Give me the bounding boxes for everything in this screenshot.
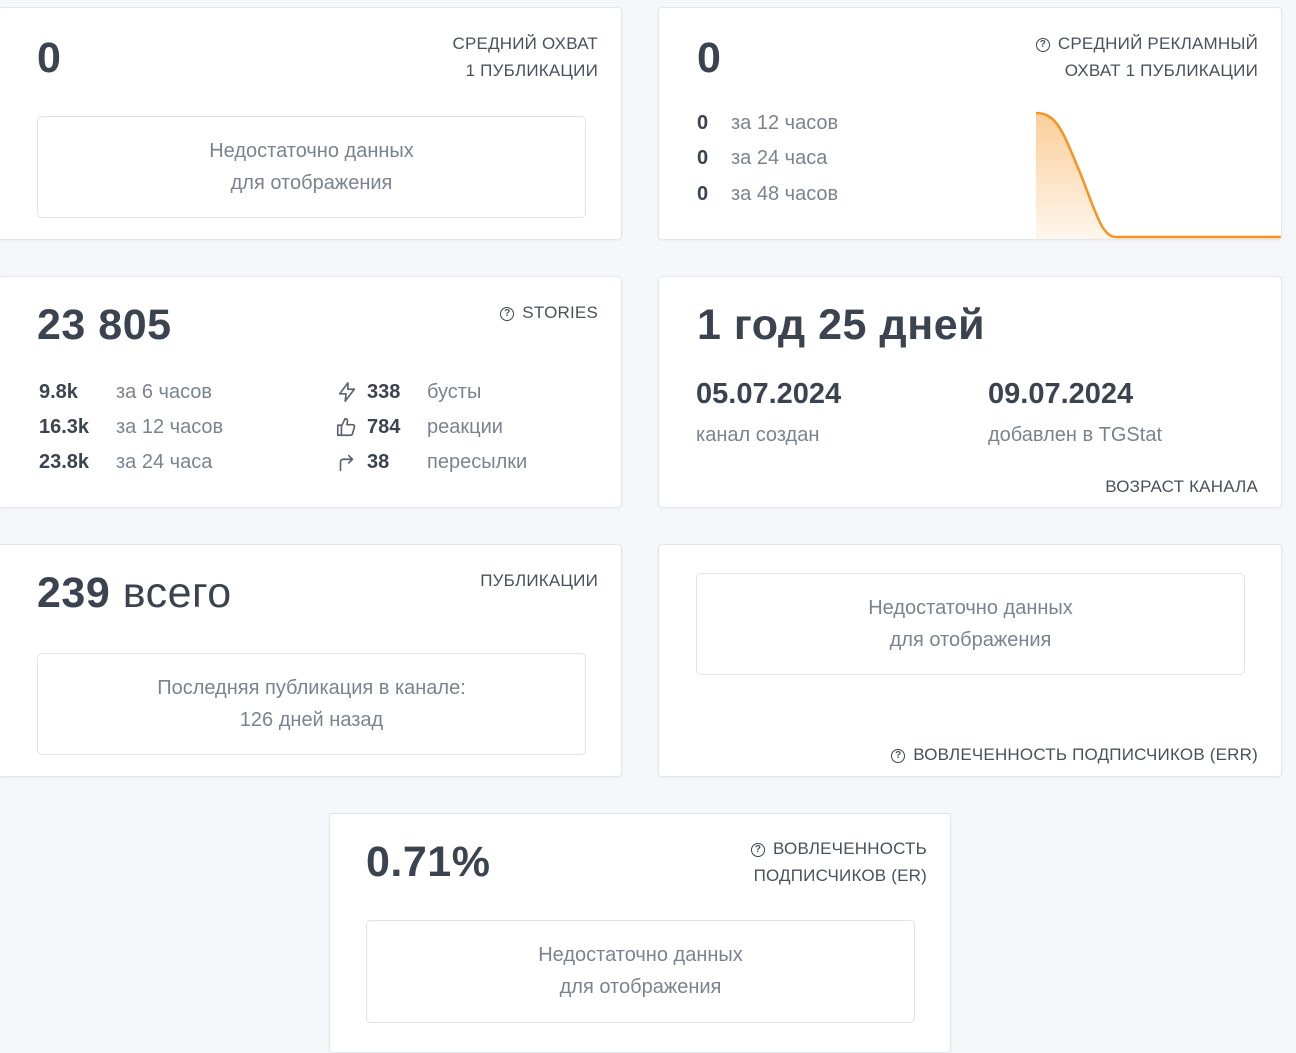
stat-value: 38 [367, 451, 390, 473]
nodata-line1: Недостаточно данных [209, 140, 414, 162]
avg-reach-label-line1: СРЕДНИЙ ОХВАТ [452, 34, 598, 53]
stat-value: 784 [367, 416, 401, 438]
avg-reach-label: СРЕДНИЙ ОХВАТ 1 ПУБЛИКАЦИИ [453, 30, 598, 84]
stat-value: 338 [367, 381, 401, 403]
avg-reach-nodata: Недостаточно данных для отображения [37, 116, 586, 218]
ad-reach-label[interactable]: ? СРЕДНИЙ РЕКЛАМНЫЙ ОХВАТ 1 ПУБЛИКАЦИИ [1035, 30, 1258, 84]
views-text: за 24 часа [116, 451, 213, 473]
ad-reach-row-text: за 48 часов [731, 183, 839, 205]
stories-stat-row: 338 бусты [367, 380, 481, 404]
ad-reach-label-line1: СРЕДНИЙ РЕКЛАМНЫЙ [1057, 34, 1258, 53]
ad-reach-row-value: 0 [697, 112, 709, 134]
last-publication-line2: 126 дней назад [239, 709, 384, 731]
last-publication-line1: Последняя публикация в канале: [157, 677, 466, 699]
ad-reach-card: 0 ? СРЕДНИЙ РЕКЛАМНЫЙ ОХВАТ 1 ПУБЛИКАЦИИ … [658, 7, 1282, 240]
ad-reach-row-text: за 24 часа [731, 147, 828, 169]
views-value: 16.3k [39, 416, 90, 438]
stories-card: 23 805 ? STORIES 9.8k за 6 часов 16.3k за 1… [0, 276, 622, 508]
help-icon[interactable]: ? [751, 843, 766, 857]
publications-label: ПУБЛИКАЦИИ [480, 571, 598, 590]
publications-count: 239 [37, 569, 111, 617]
er-card: 0.71% ? ВОВЛЕЧЕННОСТЬ ПОДПИСЧИКОВ (ER) Не… [329, 813, 951, 1053]
channel-age-card: 1 год 25 дней 05.07.2024 канал создан 09… [658, 276, 1282, 508]
err-label-text: ВОВЛЕЧЕННОСТЬ ПОДПИСЧИКОВ (ERR) [913, 745, 1258, 764]
err-card: Недостаточно данных для отображения ? ВОВ… [658, 544, 1282, 777]
stat-text: реакции [427, 416, 503, 438]
stories-label[interactable]: ? STORIES [500, 299, 598, 326]
nodata-line1: Недостаточно данных [538, 944, 743, 966]
stat-text: бусты [427, 381, 482, 403]
stories-stat-row: 38 пересылки [367, 450, 527, 474]
er-label-line2: ПОДПИСЧИКОВ (ER) [753, 866, 927, 885]
share-arrow-icon [339, 454, 354, 472]
help-icon[interactable]: ? [1035, 38, 1050, 52]
nodata-line1: Недостаточно данных [868, 597, 1073, 619]
stories-value: 23 805 [37, 301, 172, 349]
er-label[interactable]: ? ВОВЛЕЧЕННОСТЬ ПОДПИСЧИКОВ (ER) [751, 835, 927, 889]
views-text: за 12 часов [116, 416, 224, 438]
avg-reach-label-line2: 1 ПУБЛИКАЦИИ [465, 61, 598, 80]
err-label[interactable]: ? ВОВЛЕЧЕННОСТЬ ПОДПИСЧИКОВ (ERR) [891, 741, 1258, 768]
added-date: 09.07.2024 [988, 378, 1134, 410]
ad-reach-row-value: 0 [697, 147, 709, 169]
nodata-line2: для отображения [230, 172, 393, 194]
ad-reach-label-line2: ОХВАТ 1 ПУБЛИКАЦИИ [1064, 61, 1258, 80]
ad-reach-sparkline [1036, 111, 1281, 239]
help-icon[interactable]: ? [500, 307, 515, 321]
help-icon[interactable]: ? [891, 749, 906, 763]
stories-label-text: STORIES [522, 303, 598, 322]
created-date: 05.07.2024 [696, 378, 842, 410]
publications-card: 239 всего ПУБЛИКАЦИИ Последняя публикаци… [0, 544, 622, 777]
lightning-icon [338, 382, 356, 402]
stat-text: пересылки [427, 451, 528, 473]
thumbs-up-icon [336, 417, 356, 437]
publications-suffix: всего [122, 569, 232, 617]
er-label-line1: ВОВЛЕЧЕННОСТЬ [773, 839, 927, 858]
ad-reach-row: 0 за 48 часов [697, 182, 838, 206]
er-value: 0.71% [366, 838, 491, 886]
views-value: 9.8k [39, 381, 78, 403]
stories-views-row: 9.8k за 6 часов [39, 380, 212, 404]
ad-reach-row: 0 за 24 часа [697, 146, 827, 170]
nodata-line2: для отображения [559, 976, 722, 998]
ad-reach-value: 0 [697, 34, 722, 82]
views-value: 23.8k [39, 451, 90, 473]
last-publication-box: Последняя публикация в канале: 126 дней … [37, 653, 586, 755]
stories-stat-row: 784 реакции [367, 415, 503, 439]
avg-reach-value: 0 [37, 34, 62, 82]
nodata-line2: для отображения [889, 629, 1052, 651]
avg-reach-card: 0 СРЕДНИЙ ОХВАТ 1 ПУБЛИКАЦИИ Недостаточн… [0, 7, 622, 240]
stories-views-row: 16.3k за 12 часов [39, 415, 223, 439]
ad-reach-row-value: 0 [697, 183, 709, 205]
sparkline-area [1036, 113, 1281, 239]
channel-age-label: ВОЗРАСТ КАНАЛА [1105, 477, 1258, 496]
stories-views-row: 23.8k за 24 часа [39, 450, 212, 474]
ad-reach-row-text: за 12 часов [731, 112, 839, 134]
created-label: канал создан [696, 424, 820, 446]
added-label: добавлен в TGStat [988, 424, 1163, 446]
views-text: за 6 часов [116, 381, 213, 403]
er-nodata: Недостаточно данных для отображения [366, 920, 915, 1023]
publications-value: 239 всего [37, 569, 232, 618]
err-nodata: Недостаточно данных для отображения [696, 573, 1245, 675]
channel-age-value: 1 год 25 дней [697, 301, 986, 349]
ad-reach-row: 0 за 12 часов [697, 111, 838, 135]
